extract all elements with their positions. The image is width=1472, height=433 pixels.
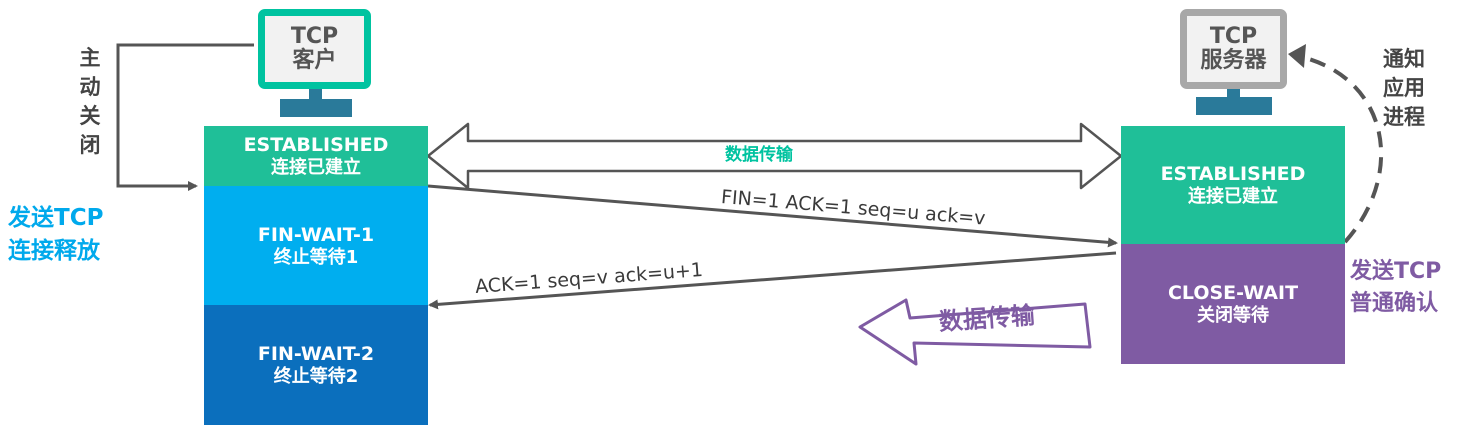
state-cn: 终止等待1 — [273, 246, 359, 268]
state-en: CLOSE-WAIT — [1167, 282, 1299, 304]
server-monitor-icon: TCP 服务器 — [1180, 9, 1287, 89]
server-title: TCP — [1209, 24, 1258, 49]
notify-arrowhead — [1288, 44, 1306, 68]
char: 动 — [79, 75, 101, 99]
label-line: 发送TCP — [8, 205, 104, 231]
label-line: 进程 — [1383, 105, 1425, 129]
state-en: FIN-WAIT-2 — [257, 343, 375, 365]
active-close-label: 主 动 关 闭 — [78, 44, 102, 160]
server-monitor-base — [1196, 97, 1272, 115]
client-state-fin-wait-2: FIN-WAIT-2 终止等待2 — [204, 305, 428, 425]
client-subtitle: 客户 — [292, 48, 337, 73]
state-en: ESTABLISHED — [243, 134, 389, 156]
char: 闭 — [79, 133, 101, 157]
server-subtitle: 服务器 — [1200, 48, 1267, 73]
state-en: FIN-WAIT-1 — [257, 223, 375, 246]
label-line: 发送TCP — [1350, 259, 1442, 284]
label-line: 普通确认 — [1350, 291, 1439, 316]
client-state-fin-wait-1: FIN-WAIT-1 终止等待1 — [204, 186, 428, 305]
label-line: 通知 — [1383, 47, 1425, 71]
label-line: 连接释放 — [8, 238, 100, 264]
server-state-close-wait: CLOSE-WAIT 关闭等待 — [1121, 244, 1345, 364]
state-cn: 关闭等待 — [1197, 305, 1269, 326]
send-ack-label: 发送TCP 普通确认 — [1350, 256, 1441, 320]
state-en: ESTABLISHED — [1160, 163, 1306, 185]
state-cn: 终止等待2 — [273, 366, 359, 387]
char: 主 — [79, 46, 101, 70]
data-transfer-label: 数据传输 — [725, 145, 793, 165]
label-line: 应用 — [1383, 76, 1425, 100]
server-state-established: ESTABLISHED 连接已建立 — [1121, 126, 1345, 244]
client-monitor-icon: TCP 客户 — [258, 9, 371, 89]
client-title: TCP — [290, 24, 339, 49]
state-cn: 连接已建立 — [271, 157, 361, 178]
char: 关 — [79, 104, 101, 128]
send-release-label: 发送TCP 连接释放 — [8, 202, 103, 268]
notify-app-label: 通知 应用 进程 — [1383, 45, 1425, 132]
client-monitor-base — [280, 99, 352, 117]
client-state-established: ESTABLISHED 连接已建立 — [204, 126, 428, 186]
state-cn: 连接已建立 — [1188, 186, 1278, 207]
